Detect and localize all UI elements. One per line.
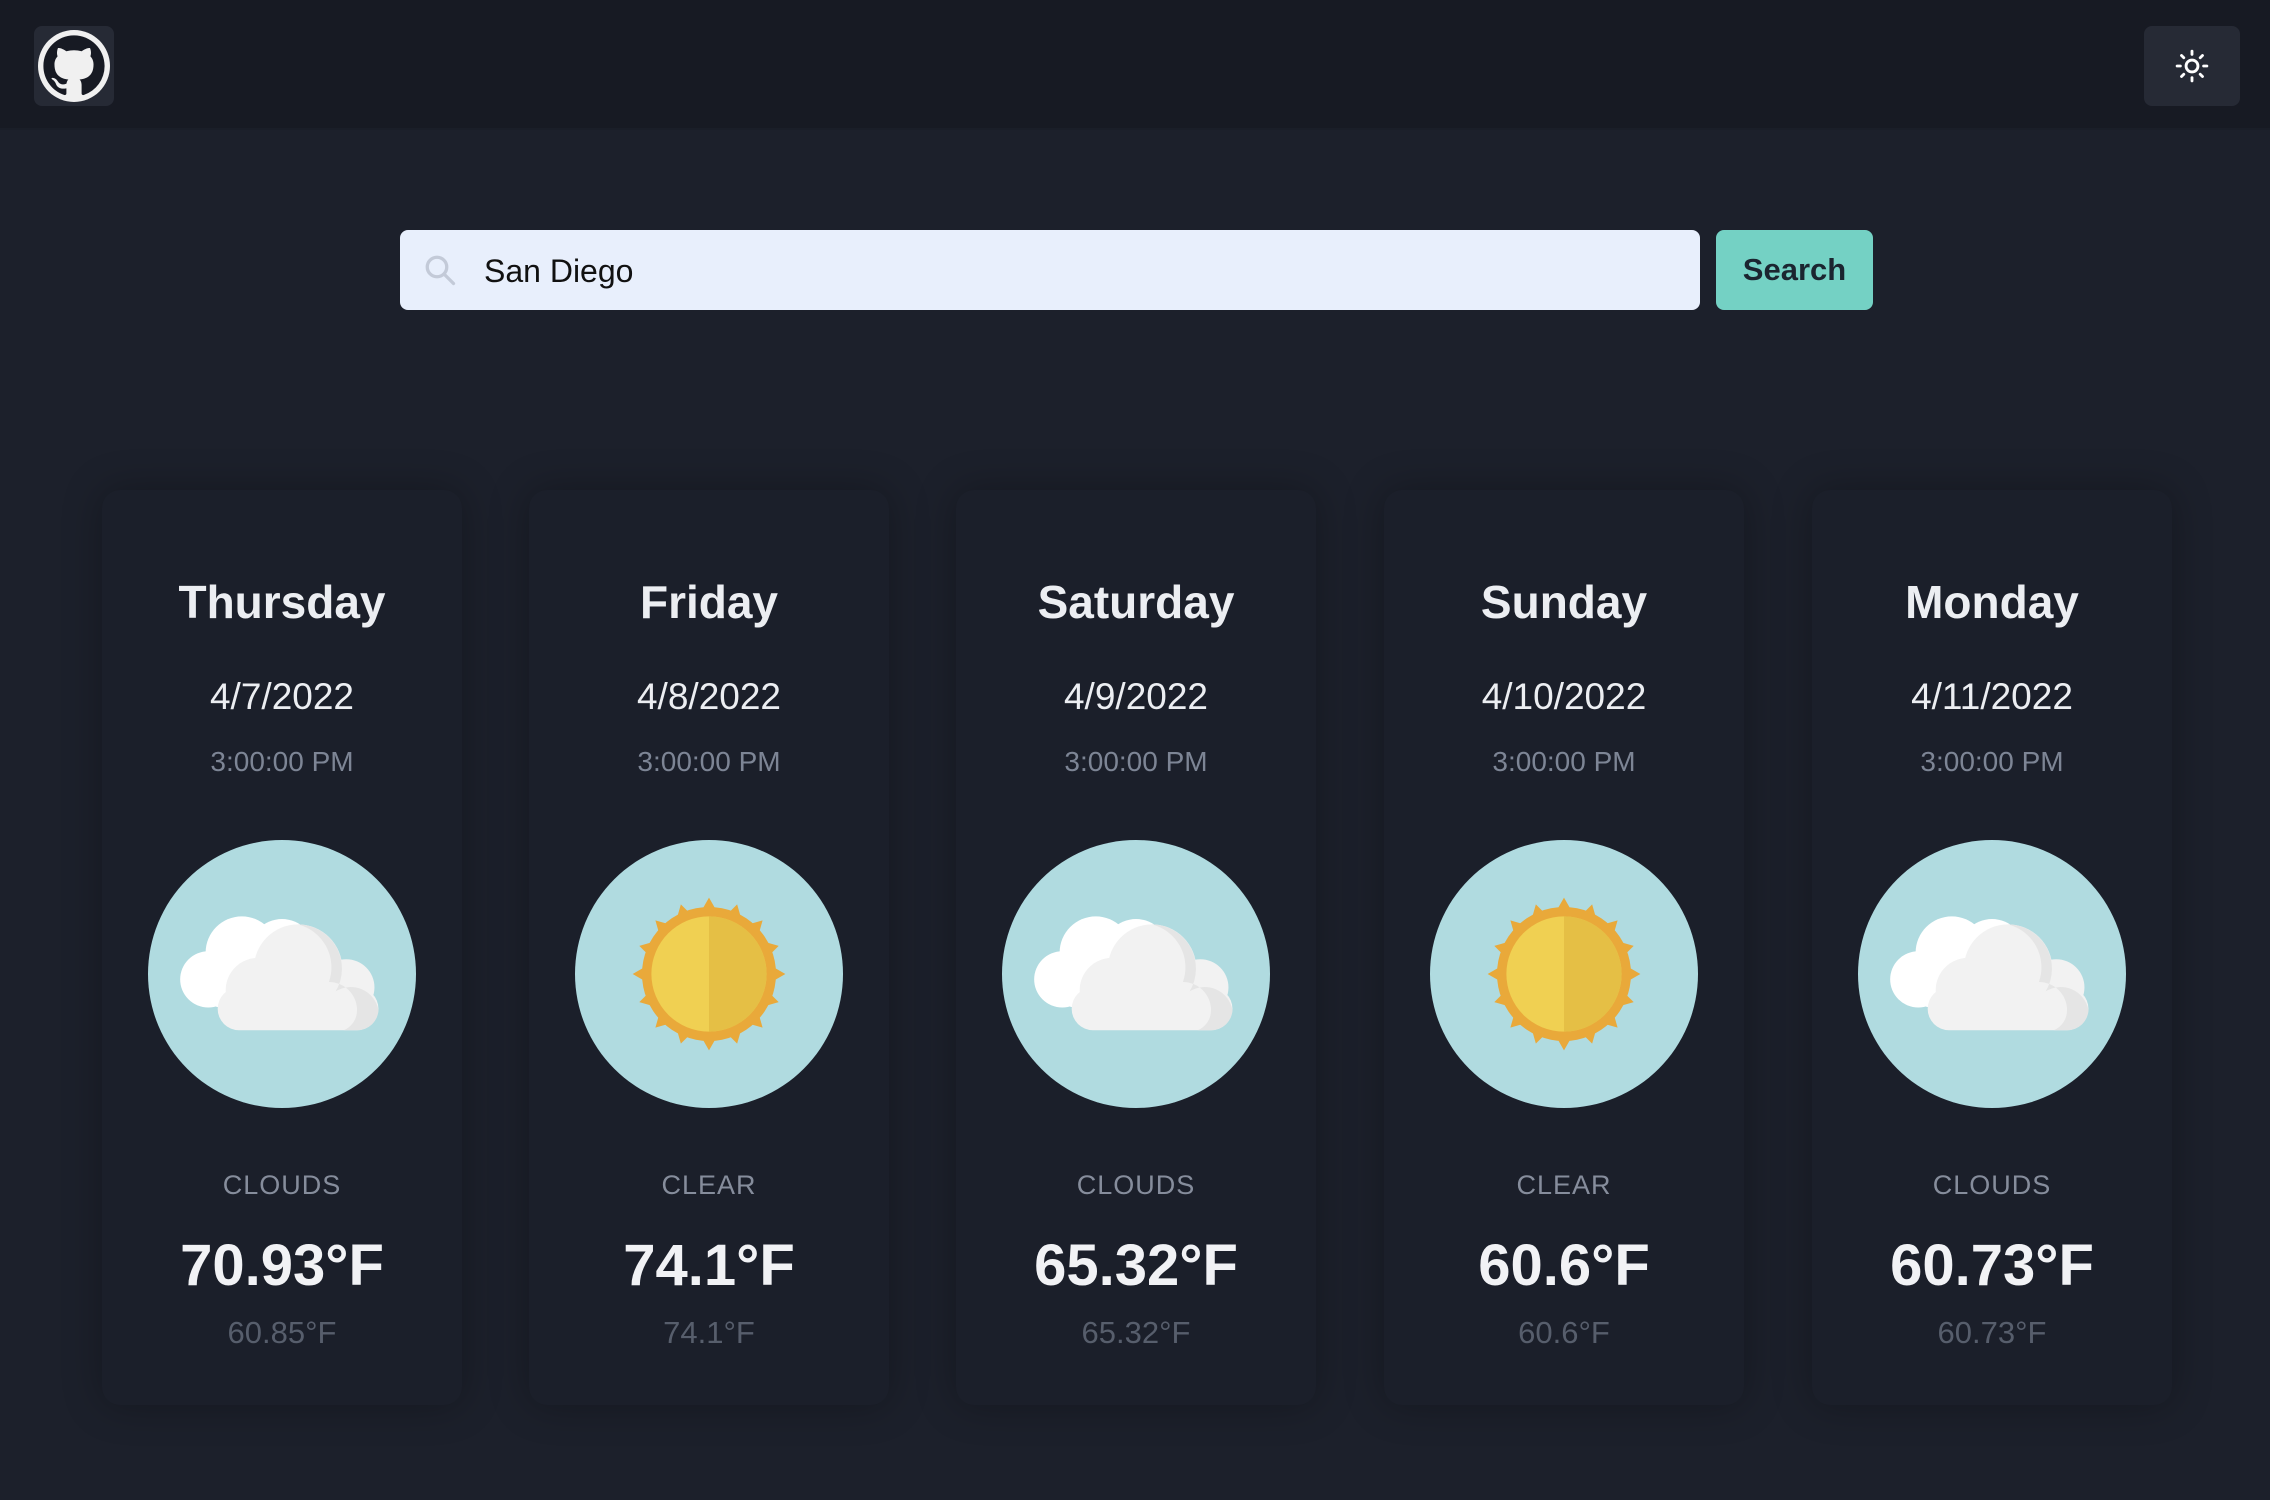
forecast-time: 3:00:00 PM — [1920, 746, 2064, 777]
forecast-time: 3:00:00 PM — [1492, 746, 1636, 777]
forecast-feels-like: 74.1°F — [663, 1315, 755, 1350]
sun-icon — [1430, 840, 1698, 1108]
forecast-temp: 65.32°F — [1034, 1233, 1238, 1298]
forecast-feels-like: 65.32°F — [1081, 1315, 1191, 1350]
forecast-temp: 74.1°F — [623, 1233, 795, 1298]
forecast-date: 4/8/2022 — [636, 676, 782, 717]
forecast-feels-like: 60.6°F — [1518, 1315, 1610, 1350]
forecast-day: Friday — [639, 576, 779, 628]
forecast-card: Thursday 4/7/2022 3:00:00 PM CLOUDS 70.9… — [102, 490, 462, 1405]
forecast-date: 4/10/2022 — [1481, 676, 1647, 717]
forecast-date: 4/9/2022 — [1063, 676, 1209, 717]
forecast-temp: 60.73°F — [1890, 1233, 2094, 1298]
forecast-card: Monday 4/11/2022 3:00:00 PM CLOUDS 60.73… — [1812, 490, 2172, 1405]
clouds-icon — [148, 840, 416, 1108]
forecast-time: 3:00:00 PM — [1064, 746, 1208, 777]
forecast-date: 4/7/2022 — [209, 676, 355, 717]
forecast-day: Sunday — [1480, 576, 1648, 628]
forecast-condition: CLEAR — [1516, 1170, 1612, 1200]
forecast-card: Sunday 4/10/2022 3:00:00 PM CLEAR 60.6°F… — [1384, 490, 1744, 1405]
forecast-day: Saturday — [1037, 576, 1235, 628]
forecast-day: Thursday — [178, 576, 386, 628]
forecast-card: Saturday 4/9/2022 3:00:00 PM CLOUDS 65.3… — [956, 490, 1316, 1405]
forecast-day: Monday — [1905, 576, 2079, 628]
sun-icon — [575, 840, 843, 1108]
forecast-feels-like: 60.73°F — [1937, 1315, 2047, 1350]
forecast-date: 4/11/2022 — [1911, 676, 2073, 717]
forecast-condition: CLOUDS — [1076, 1170, 1196, 1200]
forecast-time: 3:00:00 PM — [637, 746, 781, 777]
forecast-condition: CLOUDS — [222, 1170, 342, 1200]
forecast-temp: 60.6°F — [1478, 1233, 1650, 1298]
forecast-temp: 70.93°F — [180, 1233, 384, 1298]
forecast-condition: CLOUDS — [1932, 1170, 2052, 1200]
forecast-list: Thursday 4/7/2022 3:00:00 PM CLOUDS 70.9… — [0, 0, 2270, 1500]
forecast-time: 3:00:00 PM — [210, 746, 354, 777]
forecast-card: Friday 4/8/2022 3:00:00 PM CLEAR 74.1°F … — [529, 490, 889, 1405]
clouds-icon — [1858, 840, 2126, 1108]
forecast-condition: CLEAR — [661, 1170, 757, 1200]
clouds-icon — [1002, 840, 1270, 1108]
forecast-feels-like: 60.85°F — [227, 1315, 337, 1350]
